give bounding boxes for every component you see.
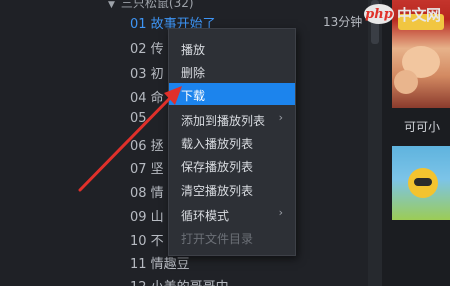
annotation-arrow-shaft — [78, 94, 174, 192]
player-window: ▼ 三只松鼠(32) 01 故事开始了 13分钟 02 传 03 初 04 命 0… — [0, 0, 450, 286]
annotation-arrow — [78, 86, 182, 192]
